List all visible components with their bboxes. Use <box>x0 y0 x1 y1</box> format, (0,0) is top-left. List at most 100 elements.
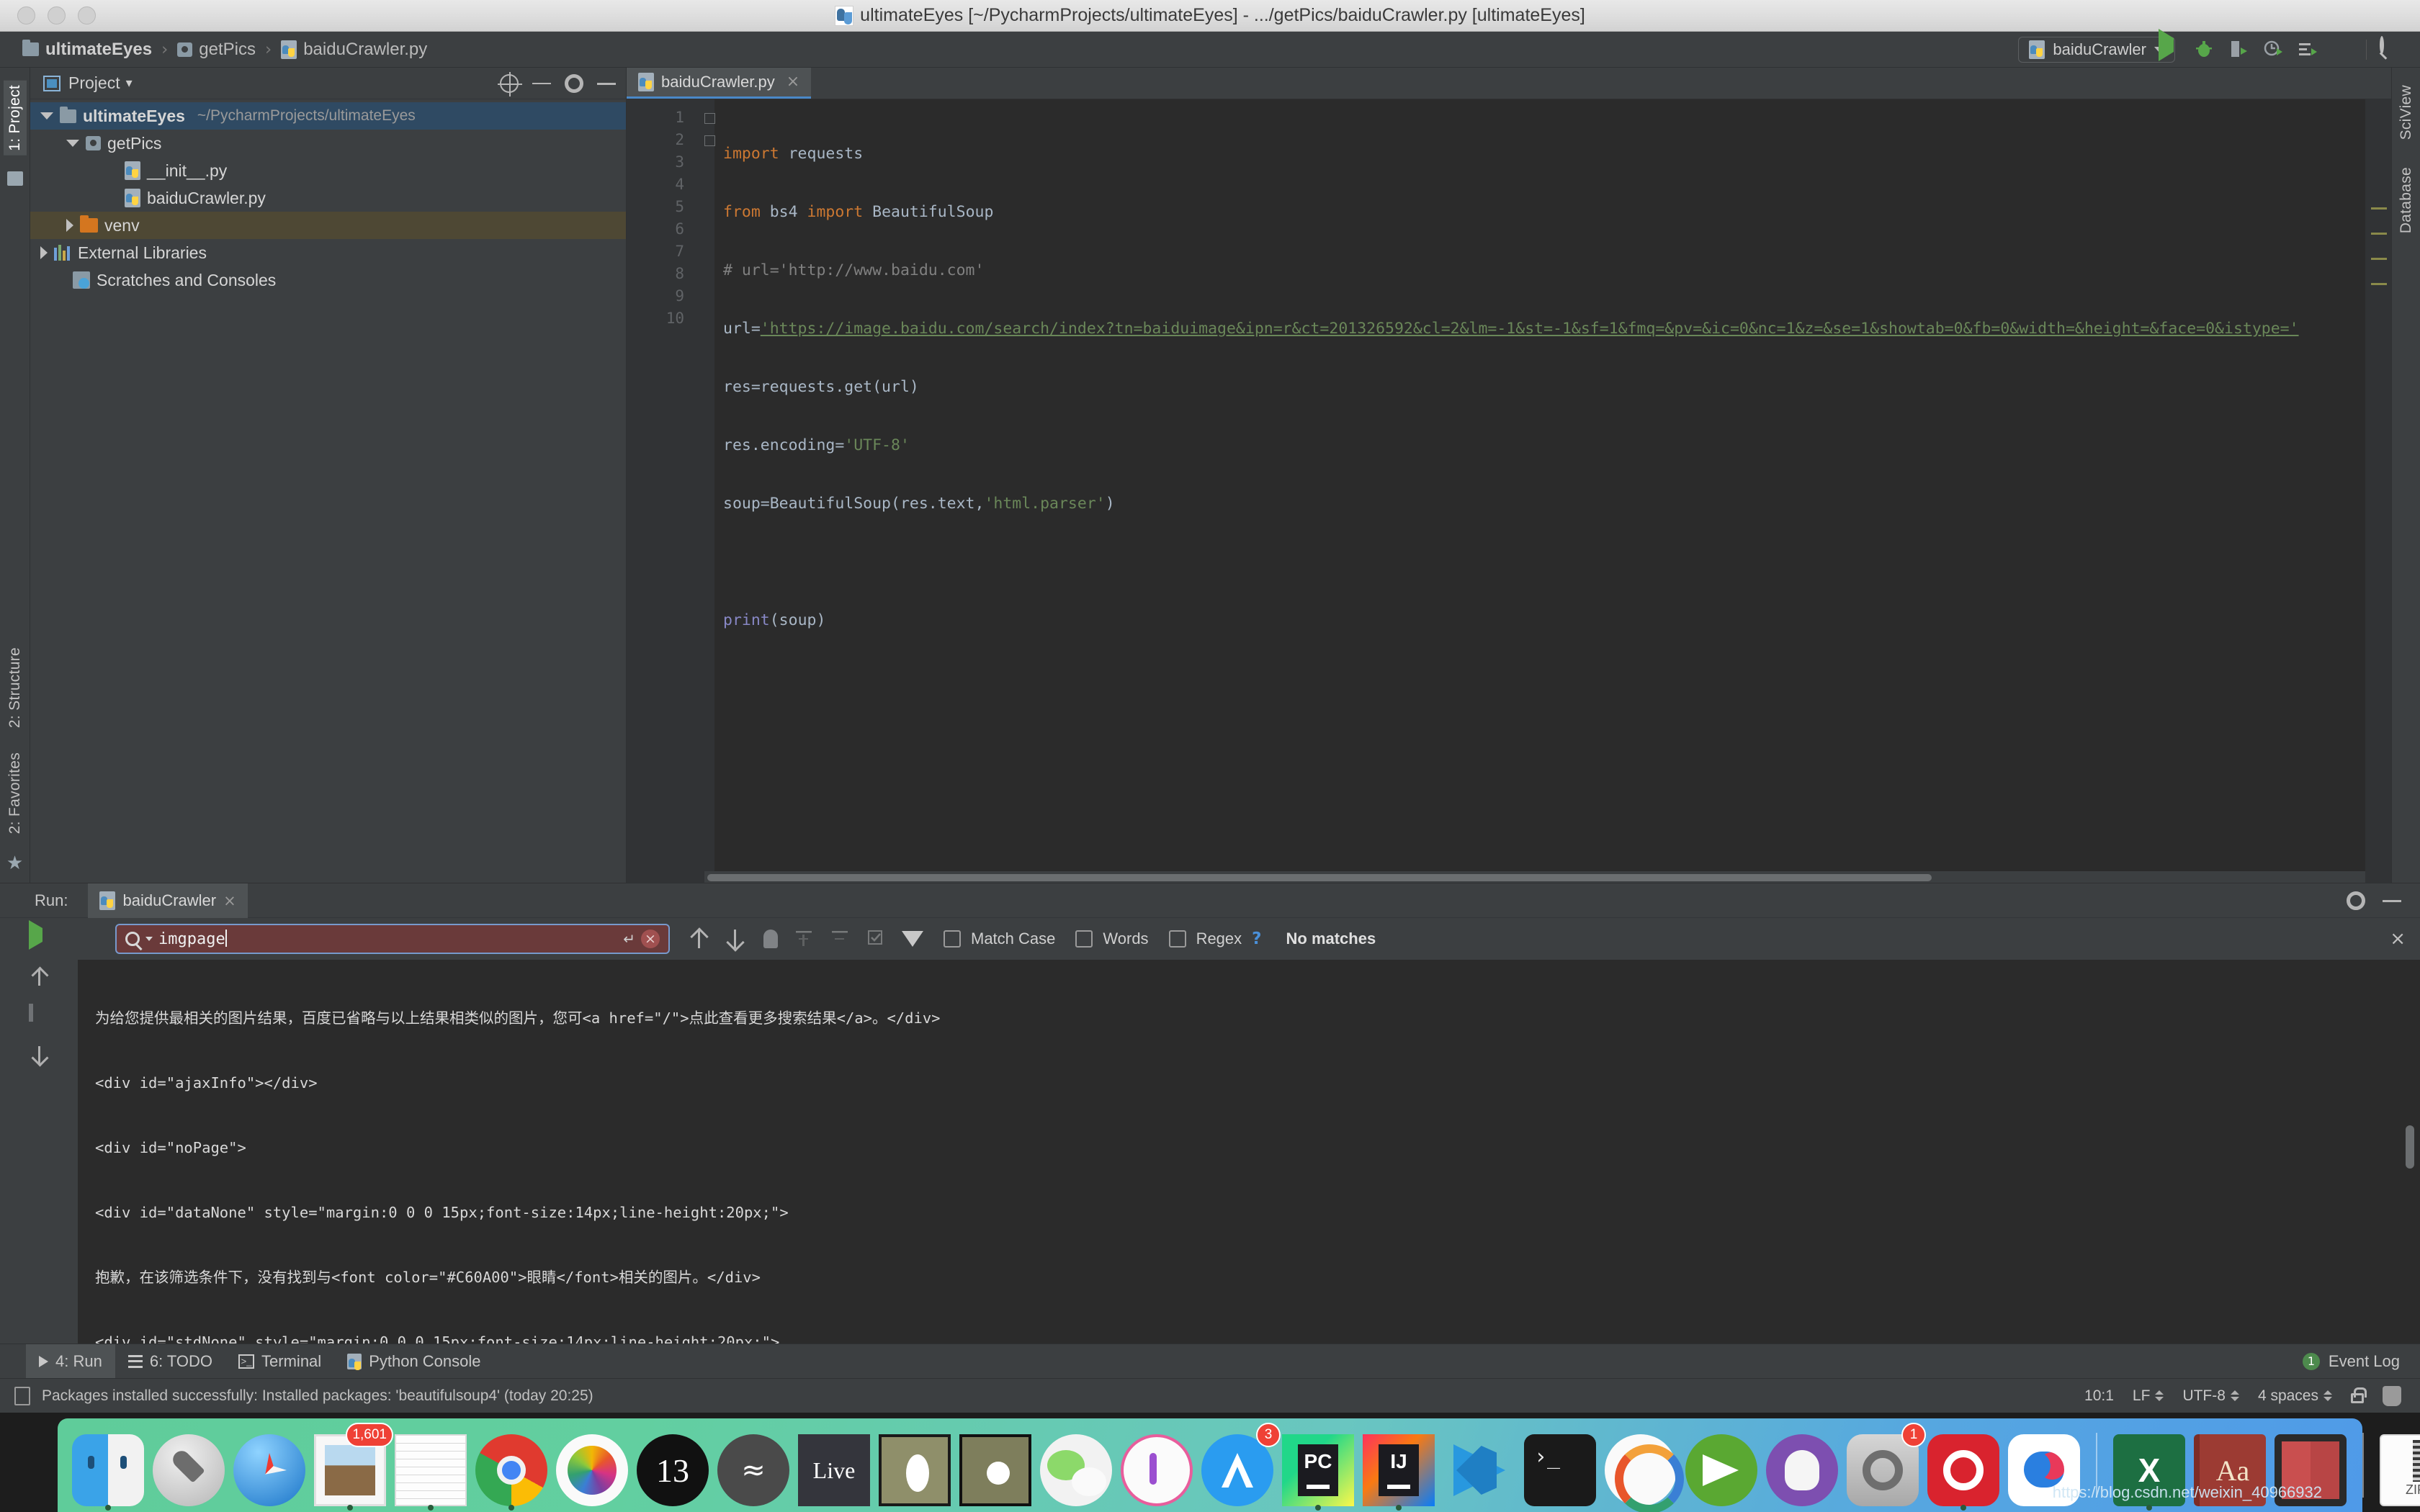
search-icon[interactable] <box>125 932 140 946</box>
run-icon[interactable] <box>2159 29 2180 61</box>
sidebar-item-project[interactable]: 1: Project <box>3 81 27 156</box>
tree-node-scratches-and-consoles[interactable]: Scratches and Consoles <box>30 266 626 294</box>
editor-marker-bar[interactable] <box>2365 99 2391 883</box>
find-option-match-case[interactable]: Match Case <box>944 930 1055 948</box>
dock-item-wechat[interactable] <box>1036 1426 1116 1506</box>
dock-item-keymap-app-2[interactable] <box>955 1426 1036 1506</box>
dock-item-itunes[interactable] <box>1116 1426 1197 1506</box>
dock-item-launchpad[interactable] <box>148 1426 229 1506</box>
event-log-button[interactable]: 1 Event Log <box>2302 1352 2420 1371</box>
gear-icon[interactable] <box>565 73 583 93</box>
dock-item-finder[interactable] <box>68 1426 148 1511</box>
match-case-checkbox[interactable] <box>944 930 961 948</box>
words-checkbox[interactable] <box>1075 930 1093 948</box>
inspector-icon[interactable] <box>2383 1385 2401 1406</box>
rerun-icon[interactable] <box>29 920 49 950</box>
tree-node-baiduCrawler-py[interactable]: baiduCrawler.py <box>30 184 626 212</box>
project-pane-title[interactable]: Project <box>68 73 120 93</box>
breadcrumb-item-file[interactable]: baiduCrawler.py <box>277 40 431 60</box>
dock-item-intellij-idea[interactable]: IJ <box>1358 1426 1439 1511</box>
find-highlight-icon[interactable] <box>763 930 778 948</box>
scroll-up-icon[interactable] <box>29 967 49 987</box>
dock-item-360-browser[interactable] <box>1600 1426 1684 1512</box>
breadcrumb-item-package[interactable]: getPics <box>174 40 259 60</box>
concurrency-icon[interactable] <box>2297 38 2318 61</box>
tree-node-getPics[interactable]: getPics <box>30 130 626 157</box>
tree-node-external-libraries[interactable]: External Libraries <box>30 239 626 266</box>
tool-window-run[interactable]: 4: Run <box>26 1344 115 1379</box>
tool-window-terminal[interactable]: >_ Terminal <box>225 1344 334 1379</box>
chevron-down-icon[interactable] <box>66 140 79 147</box>
scroll-down-icon[interactable] <box>29 1045 49 1065</box>
stop-icon[interactable] <box>2331 38 2353 61</box>
tree-node-venv[interactable]: venv <box>30 212 626 239</box>
collapse-all-icon[interactable] <box>532 74 551 93</box>
status-notification-icon[interactable] <box>14 1386 30 1405</box>
profile-icon[interactable] <box>2262 38 2284 61</box>
project-files-icon[interactable] <box>6 171 23 186</box>
dock-item-pycharm[interactable]: PC <box>1278 1426 1358 1511</box>
dock-item-wave-app[interactable]: ≈ <box>713 1426 794 1506</box>
fold-marker[interactable] <box>704 129 715 151</box>
indent-selector[interactable]: 4 spaces <box>2258 1387 2332 1405</box>
code-folding-gutter[interactable] <box>704 99 715 883</box>
editor-horizontal-scrollbar[interactable] <box>704 871 2365 883</box>
dock-item-terminal[interactable]: ›_ <box>1520 1426 1600 1506</box>
editor-tab-baiduCrawler-py[interactable]: baiduCrawler.py × <box>627 67 812 99</box>
locate-icon[interactable] <box>498 71 522 96</box>
regex-help-icon[interactable]: ? <box>1252 930 1261 948</box>
soft-wrap-icon[interactable] <box>29 1084 49 1104</box>
search-input[interactable]: imgpage <box>158 930 617 948</box>
chevron-right-icon[interactable] <box>40 246 48 259</box>
close-icon[interactable]: × <box>223 892 236 909</box>
dock-item-zip-archive-1[interactable]: ZIP <box>2375 1426 2420 1506</box>
debug-icon[interactable] <box>2193 38 2215 61</box>
close-find-bar-icon[interactable]: × <box>2390 928 2406 950</box>
search-everywhere-icon[interactable] <box>2380 36 2401 61</box>
expand-lines-icon[interactable] <box>794 928 814 950</box>
dock-item-mail[interactable]: 1,601 <box>310 1423 393 1511</box>
close-icon[interactable]: × <box>786 73 799 91</box>
regex-checkbox[interactable] <box>1168 930 1186 948</box>
hide-icon[interactable] <box>597 74 616 93</box>
filter-funnel-icon[interactable] <box>902 931 923 947</box>
star-icon[interactable]: ★ <box>6 854 23 873</box>
collapse-lines-icon[interactable] <box>830 928 850 950</box>
sidebar-item-sciview[interactable]: SciView <box>2395 81 2418 144</box>
breadcrumb-item-project[interactable]: ultimateEyes <box>19 40 156 60</box>
print-icon[interactable] <box>29 1122 49 1143</box>
chevron-down-icon[interactable] <box>40 112 53 120</box>
dock-item-chrome[interactable] <box>471 1426 552 1511</box>
dock-item-system-preferences[interactable]: 1 <box>1842 1423 1926 1506</box>
find-option-words[interactable]: Words <box>1075 930 1149 948</box>
sidebar-item-database[interactable]: Database <box>2395 163 2418 238</box>
sidebar-item-favorites[interactable]: 2: Favorites <box>4 748 27 838</box>
chevron-right-icon[interactable] <box>66 219 73 232</box>
dock-item-keymap-app[interactable] <box>874 1426 955 1506</box>
hide-panel-icon[interactable] <box>2383 891 2401 910</box>
clear-search-icon[interactable]: × <box>641 930 660 948</box>
dock-item-notes[interactable] <box>390 1426 471 1511</box>
clear-all-icon[interactable] <box>29 1161 49 1182</box>
run-panel-tab[interactable]: baiduCrawler × <box>88 883 248 918</box>
run-configuration-selector[interactable]: baiduCrawler <box>2018 37 2175 63</box>
console-output[interactable]: 为给您提供最相关的图片结果，百度已省略与以上结果相类似的图片，您可<a href… <box>78 960 2420 1344</box>
tool-window-python-console[interactable]: Python Console <box>334 1344 493 1379</box>
dock-item-photos[interactable] <box>552 1426 632 1506</box>
dock-item-telegram[interactable] <box>1681 1426 1762 1506</box>
find-prev-icon[interactable] <box>689 928 709 950</box>
code-editor[interactable]: 1 2 3 4 5 6 7 8 9 10 import requests fro… <box>627 99 2391 883</box>
console-scrollbar[interactable] <box>2406 1125 2414 1169</box>
stop-icon[interactable] <box>29 1004 49 1026</box>
find-next-icon[interactable] <box>725 928 745 950</box>
dock-item-bilibili[interactable]: 13 <box>632 1426 713 1506</box>
search-input-wrapper[interactable]: imgpage ↵ × <box>115 924 670 954</box>
tool-window-todo[interactable]: 6: TODO <box>115 1344 225 1379</box>
chevron-down-icon[interactable]: ▾ <box>126 76 133 91</box>
line-separator-selector[interactable]: LF <box>2133 1387 2164 1405</box>
dock-item-app-store[interactable]: 3 <box>1197 1423 1281 1506</box>
encoding-selector[interactable]: UTF-8 <box>2182 1387 2239 1405</box>
chevron-down-icon[interactable] <box>145 937 153 941</box>
coverage-icon[interactable] <box>2228 38 2249 61</box>
dock-item-github-desktop[interactable] <box>1762 1426 1842 1506</box>
